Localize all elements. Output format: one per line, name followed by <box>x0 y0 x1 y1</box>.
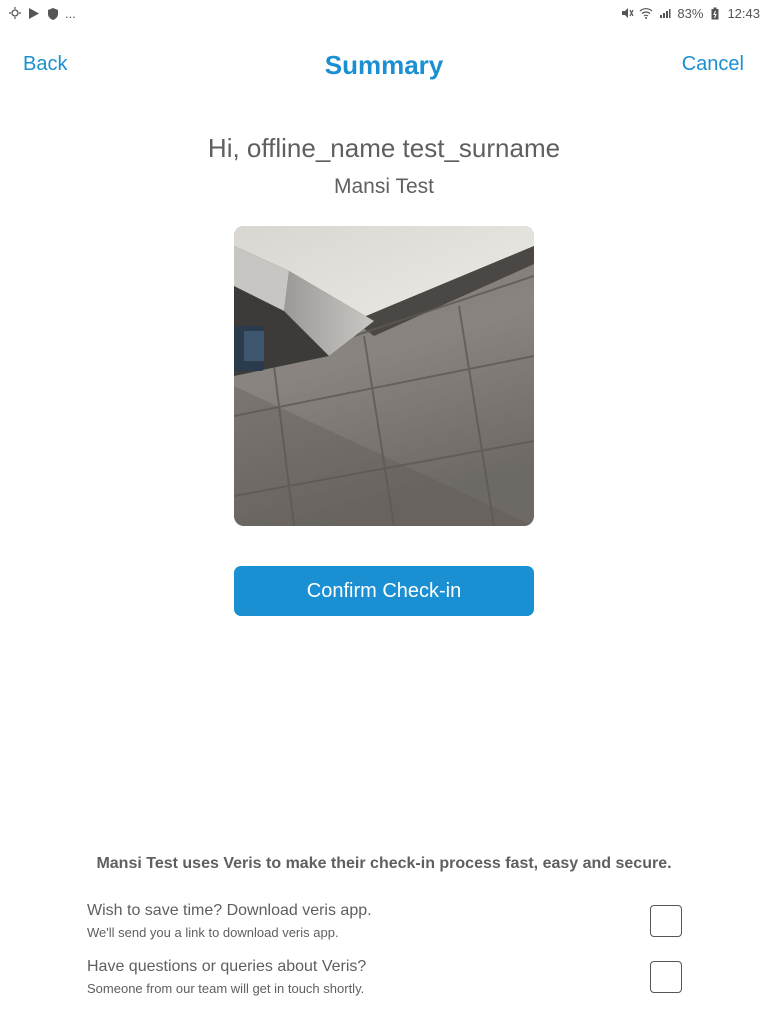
battery-percent: 83% <box>677 5 704 21</box>
play-store-icon <box>27 6 41 20</box>
option-title: Have questions or queries about Veris? <box>87 958 367 975</box>
contact-checkbox[interactable] <box>650 961 682 993</box>
cancel-button[interactable]: Cancel <box>682 53 744 76</box>
clock: 12:43 <box>727 5 760 21</box>
confirm-check-in-button[interactable]: Confirm Check-in <box>234 566 534 616</box>
status-ellipsis: ... <box>65 5 76 21</box>
weather-icon <box>8 6 22 20</box>
status-bar-left: ... <box>8 6 76 21</box>
greeting-text: Hi, offline_name test_surname <box>207 133 561 163</box>
visitor-photo <box>234 226 534 526</box>
option-subtitle: Someone from our team will get in touch … <box>87 981 365 996</box>
wifi-icon <box>639 6 653 20</box>
nav-bar: Back Summary Cancel <box>0 40 768 92</box>
page-title: Summary <box>324 50 444 80</box>
signal-icon <box>658 6 672 20</box>
contact-option: Have questions or queries about Veris? S… <box>87 958 687 1002</box>
status-bar: ... 83% 12:43 <box>0 0 768 26</box>
company-name: Mansi Test <box>334 175 434 198</box>
download-app-option: Wish to save time? Download veris app. W… <box>87 902 687 946</box>
shield-icon <box>46 6 60 20</box>
mute-icon <box>620 6 634 20</box>
battery-icon <box>708 6 722 20</box>
option-title: Wish to save time? Download veris app. <box>87 902 372 919</box>
option-subtitle: We'll send you a link to download veris … <box>87 925 339 940</box>
status-bar-right: 83% 12:43 <box>620 6 760 21</box>
download-app-checkbox[interactable] <box>650 905 682 937</box>
veris-info-text: Mansi Test uses Veris to make their chec… <box>96 855 672 872</box>
